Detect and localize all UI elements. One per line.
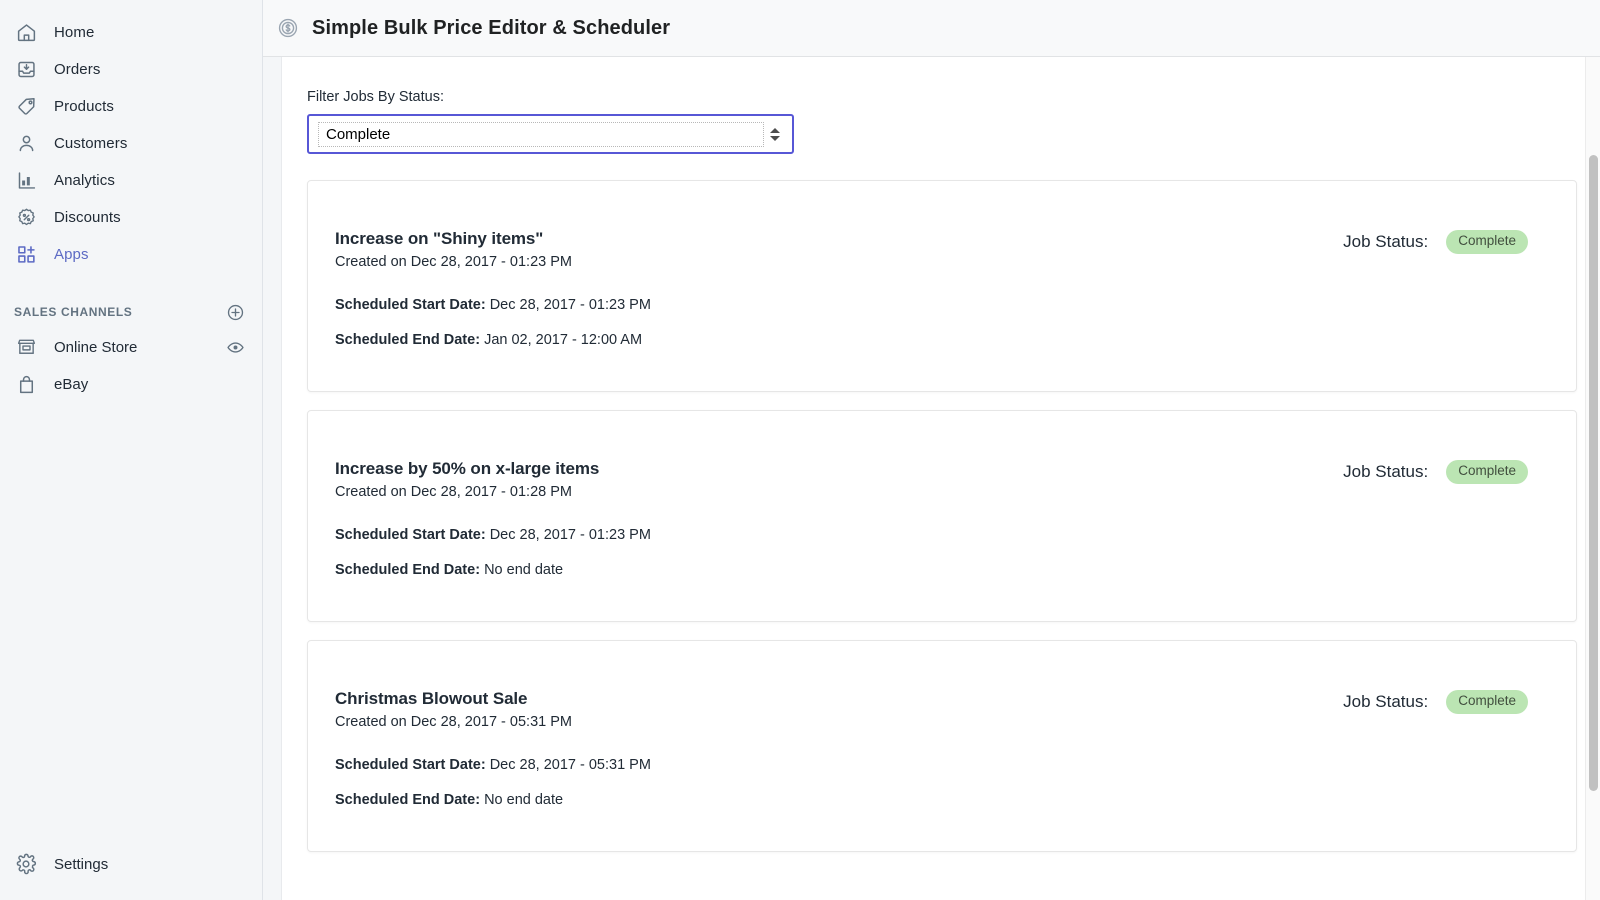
job-title: Christmas Blowout Sale xyxy=(335,689,528,709)
sidebar-item-products[interactable]: Products xyxy=(0,88,262,125)
sales-channels-title: SALES CHANNELS xyxy=(14,305,133,319)
sidebar-item-ebay[interactable]: eBay xyxy=(0,366,262,403)
sidebar-item-discounts[interactable]: Discounts xyxy=(0,199,262,236)
app-content: Filter Jobs By Status: Complete Increase xyxy=(282,57,1600,900)
job-scheduled-end-value: No end date xyxy=(484,562,564,579)
filter-block: Filter Jobs By Status: Complete xyxy=(307,57,1577,155)
page-scrollbar-thumb[interactable] xyxy=(1589,155,1598,791)
job-title: Increase on "Shiny items" xyxy=(335,229,544,249)
job-status-group: Job Status: Complete xyxy=(1343,688,1528,715)
sidebar-item-analytics[interactable]: Analytics xyxy=(0,162,262,199)
job-created-date: Created on Dec 28, 2017 - 01:23 PM xyxy=(335,254,572,271)
job-scheduled-start-value: Dec 28, 2017 - 01:23 PM xyxy=(489,527,651,544)
job-scheduled-end-value: No end date xyxy=(484,792,564,809)
plus-circle-icon[interactable] xyxy=(224,301,246,323)
apps-grid-plus-icon xyxy=(12,243,40,267)
job-status-label: Job Status: xyxy=(1343,462,1429,482)
channel-trailing-slot xyxy=(224,374,246,396)
status-badge: Complete xyxy=(1446,230,1528,255)
eye-icon[interactable] xyxy=(224,337,246,359)
sales-channels-section-header: SALES CHANNELS xyxy=(0,295,262,329)
job-status-label: Job Status: xyxy=(1343,232,1429,252)
job-status-label: Job Status: xyxy=(1343,692,1429,712)
sidebar-item-label: Discounts xyxy=(54,209,121,226)
discounts-percent-icon xyxy=(12,206,40,230)
sidebar-item-label: Settings xyxy=(54,855,109,873)
status-badge: Complete xyxy=(1446,690,1528,715)
sidebar-nav-list: Home Orders Products Customers Analytics… xyxy=(0,0,262,273)
job-card[interactable]: Christmas Blowout Sale Created on Dec 28… xyxy=(307,640,1577,853)
job-scheduled-start: Scheduled Start Date: Dec 28, 2017 - 05:… xyxy=(335,756,1343,775)
job-scheduled-start-value: Dec 28, 2017 - 05:31 PM xyxy=(489,757,651,774)
sidebar-item-settings[interactable]: Settings xyxy=(0,828,262,900)
job-created-date: Created on Dec 28, 2017 - 01:28 PM xyxy=(335,484,572,501)
sidebar-item-label: eBay xyxy=(54,376,89,393)
sidebar-item-apps[interactable]: Apps xyxy=(0,236,262,273)
chevron-down-icon[interactable] xyxy=(770,135,780,141)
products-tag-icon xyxy=(12,95,40,119)
gear-icon xyxy=(12,852,40,876)
job-list: Increase on "Shiny items" Created on Dec… xyxy=(307,180,1577,853)
sidebar-item-label: Apps xyxy=(54,246,89,263)
orders-icon xyxy=(12,58,40,82)
app-root: Home Orders Products Customers Analytics… xyxy=(0,0,1600,900)
job-scheduled-end: Scheduled End Date: Jan 02, 2017 - 12:00… xyxy=(335,331,1343,350)
job-scheduled-end-label: Scheduled End Date: xyxy=(335,562,481,579)
job-card-details: Increase on "Shiny items" Created on Dec… xyxy=(335,228,1343,366)
sidebar-item-label: Analytics xyxy=(54,172,115,189)
job-scheduled-end: Scheduled End Date: No end date xyxy=(335,561,1343,580)
storefront-icon xyxy=(12,336,40,360)
page-scrollbar[interactable] xyxy=(1585,57,1600,900)
job-card[interactable]: Increase by 50% on x-large items Created… xyxy=(307,410,1577,623)
sidebar-item-customers[interactable]: Customers xyxy=(0,125,262,162)
job-created-date: Created on Dec 28, 2017 - 05:31 PM xyxy=(335,714,572,731)
job-card-details: Christmas Blowout Sale Created on Dec 28… xyxy=(335,688,1343,826)
status-badge: Complete xyxy=(1446,460,1528,485)
sidebar-item-label: Customers xyxy=(54,135,128,152)
job-status-group: Job Status: Complete xyxy=(1343,458,1528,485)
job-scheduled-end-label: Scheduled End Date: xyxy=(335,792,481,809)
main-region: Simple Bulk Price Editor & Scheduler Fil… xyxy=(263,0,1600,900)
sidebar-item-label: Home xyxy=(54,24,95,41)
job-card-details: Increase by 50% on x-large items Created… xyxy=(335,458,1343,596)
filter-status-label: Filter Jobs By Status: xyxy=(307,89,444,105)
job-scheduled-start-label: Scheduled Start Date: xyxy=(335,757,486,774)
job-scheduled-start-label: Scheduled Start Date: xyxy=(335,527,486,544)
sidebar: Home Orders Products Customers Analytics… xyxy=(0,0,263,900)
job-scheduled-end-label: Scheduled End Date: xyxy=(335,332,481,349)
job-title: Increase by 50% on x-large items xyxy=(335,459,600,479)
chevron-up-icon[interactable] xyxy=(770,127,780,133)
home-icon xyxy=(12,21,40,45)
sidebar-item-label: Orders xyxy=(54,61,101,78)
dollar-circle-icon xyxy=(276,16,300,40)
customers-person-icon xyxy=(12,132,40,156)
sidebar-item-label: Online Store xyxy=(54,339,138,356)
sidebar-item-orders[interactable]: Orders xyxy=(0,51,262,88)
filter-status-select[interactable]: Complete xyxy=(307,114,794,155)
app-header: Simple Bulk Price Editor & Scheduler xyxy=(263,0,1600,57)
job-scheduled-end: Scheduled End Date: No end date xyxy=(335,791,1343,810)
job-scheduled-start-value: Dec 28, 2017 - 01:23 PM xyxy=(489,297,651,314)
sidebar-item-home[interactable]: Home xyxy=(0,14,262,51)
job-scheduled-start-label: Scheduled Start Date: xyxy=(335,297,486,314)
embedded-frame-wrapper: Filter Jobs By Status: Complete Increase xyxy=(263,57,1600,900)
filter-status-selected-value: Complete xyxy=(318,121,764,147)
sidebar-item-label: Products xyxy=(54,98,114,115)
job-scheduled-start: Scheduled Start Date: Dec 28, 2017 - 01:… xyxy=(335,296,1343,315)
job-card[interactable]: Increase on "Shiny items" Created on Dec… xyxy=(307,180,1577,393)
job-scheduled-end-value: Jan 02, 2017 - 12:00 AM xyxy=(484,332,643,349)
select-stepper-arrows[interactable] xyxy=(764,121,786,147)
frame-gutter xyxy=(263,57,282,900)
job-scheduled-start: Scheduled Start Date: Dec 28, 2017 - 01:… xyxy=(335,526,1343,545)
analytics-bar-chart-icon xyxy=(12,169,40,193)
sidebar-item-online-store[interactable]: Online Store xyxy=(0,329,262,366)
bag-icon xyxy=(12,373,40,397)
job-status-group: Job Status: Complete xyxy=(1343,228,1528,255)
page-title: Simple Bulk Price Editor & Scheduler xyxy=(312,16,671,39)
